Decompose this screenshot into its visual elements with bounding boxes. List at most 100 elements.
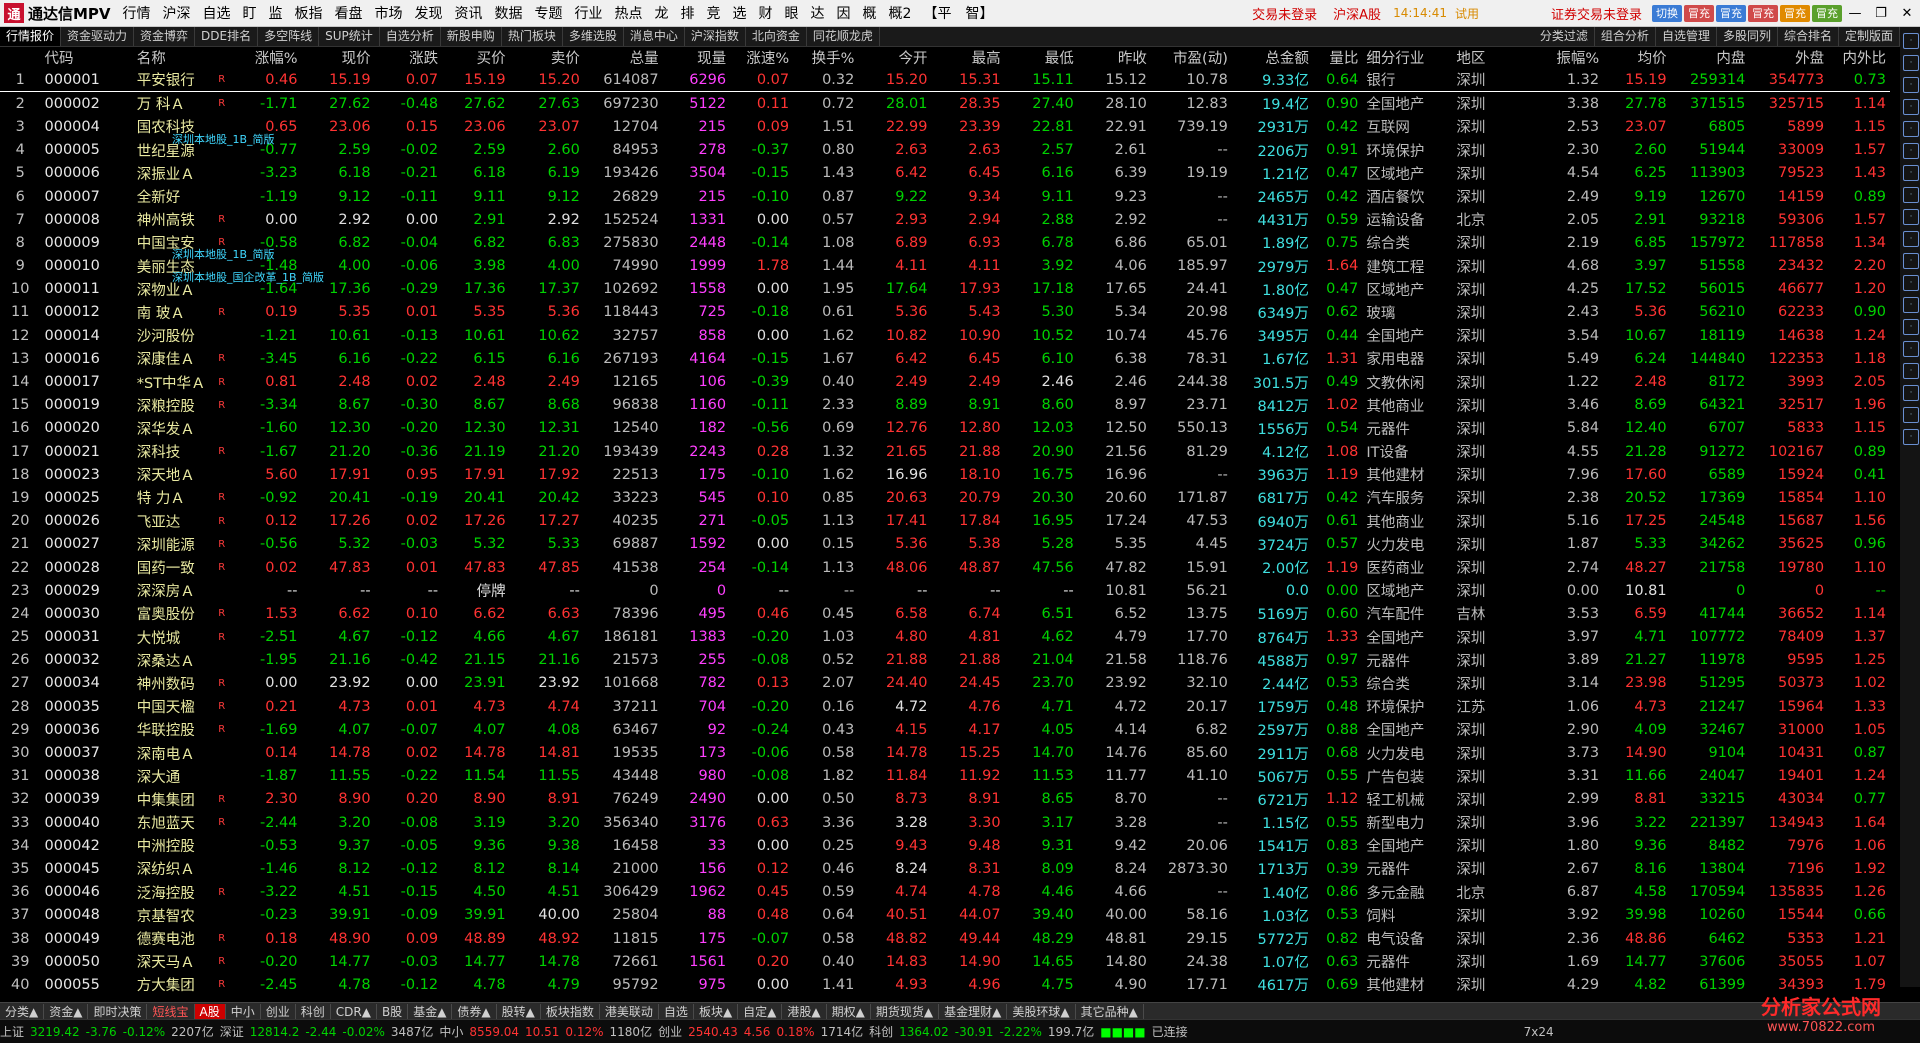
function-tab-right[interactable]: 定制版面 xyxy=(1839,27,1900,46)
table-row[interactable]: 11 000012 南 玻Ａ R 0.19 5.35 0.01 5.35 5.36 118443 7… xyxy=(0,301,1890,324)
up-arrow-icon[interactable]: · xyxy=(1903,33,1919,49)
column-header[interactable]: 总金额 xyxy=(1232,47,1313,68)
toolbar-button[interactable]: 冒充 xyxy=(1780,4,1810,22)
close-icon[interactable]: ✕ xyxy=(1894,2,1920,24)
table-row[interactable]: 30 000037 深南电Ａ 0.14 14.78 0.02 14.78 14.81 19535… xyxy=(0,741,1890,764)
table-row[interactable]: 35 000045 深纺织Ａ -1.46 8.12 -0.12 8.12 8.14 21000 1… xyxy=(0,857,1890,880)
alert-icon[interactable]: · xyxy=(1903,319,1919,335)
market-tab[interactable]: CDR▲ xyxy=(331,1003,377,1020)
column-header[interactable] xyxy=(218,47,234,68)
table-row[interactable]: 14 000017 *ST中华Ａ R 0.81 2.48 0.02 2.48 2.49 12165… xyxy=(0,370,1890,393)
function-tab[interactable]: 消息中心 xyxy=(624,27,685,46)
table-row[interactable]: 36 000046 泛海控股 R -3.22 4.51 -0.15 4.50 4.51 30642… xyxy=(0,881,1890,904)
column-header[interactable]: 振幅% xyxy=(1524,47,1603,68)
menu-item[interactable]: 选 xyxy=(727,3,753,23)
function-tab-right[interactable]: 多股同列 xyxy=(1717,27,1778,46)
market-tab[interactable]: 科创 xyxy=(296,1003,331,1020)
minimize-icon[interactable]: — xyxy=(1842,2,1868,24)
table-row[interactable]: 4 000005 世纪星源 -0.77 2.59 -0.02 2.59 2.60 84953 27… xyxy=(0,139,1890,162)
market-tab[interactable]: 板块▲ xyxy=(694,1003,739,1020)
menu-item[interactable]: 财 xyxy=(753,3,779,23)
menu-item[interactable]: 眼 xyxy=(779,3,805,23)
toolbar-button[interactable]: 切换 xyxy=(1652,4,1682,22)
table-row[interactable]: 13 000016 深康佳Ａ R -3.45 6.16 -0.22 6.15 6.16 26719… xyxy=(0,347,1890,370)
function-tab[interactable]: 资金驱动力 xyxy=(61,27,135,46)
column-header[interactable]: 外盘 xyxy=(1749,47,1828,68)
function-tab-right[interactable]: 综合排名 xyxy=(1778,27,1839,46)
market-tab[interactable]: 其它品种▲ xyxy=(1076,1003,1144,1020)
market-tab[interactable]: 期货现货▲ xyxy=(871,1003,940,1020)
column-header[interactable]: 地区 xyxy=(1452,47,1524,68)
market-tab[interactable]: 港股▲ xyxy=(782,1003,827,1020)
function-tab[interactable]: 新股申购 xyxy=(441,27,502,46)
function-tab[interactable]: 多空阵线 xyxy=(258,27,320,46)
menu-item[interactable]: 热点 xyxy=(609,3,649,23)
column-header[interactable]: 市盈(动) xyxy=(1151,47,1232,68)
table-row[interactable]: 37 000048 京基智农 -0.23 39.91 -0.09 39.91 40.00 258… xyxy=(0,904,1890,927)
table-row[interactable]: 19 000025 特 力Ａ R -0.92 20.41 -0.19 20.41 20.42 33… xyxy=(0,486,1890,509)
menu-item[interactable]: 看盘 xyxy=(329,3,369,23)
column-header[interactable]: 内盘 xyxy=(1671,47,1750,68)
function-tab-right[interactable]: 分类过滤 xyxy=(1534,27,1595,46)
table-row[interactable]: 28 000035 中国天楹 R 0.21 4.73 0.01 4.73 4.74 37211 70… xyxy=(0,695,1890,718)
page-down-icon[interactable]: · xyxy=(1903,121,1919,137)
column-header[interactable]: 最低 xyxy=(1005,47,1078,68)
column-header[interactable]: 现量 xyxy=(663,47,731,68)
sec-login-link[interactable]: 证券交易未登录 xyxy=(1543,4,1650,23)
column-header[interactable]: 今开 xyxy=(858,47,931,68)
column-header[interactable]: 总量 xyxy=(584,47,663,68)
menu-item[interactable]: 竞 xyxy=(701,3,727,23)
function-tab[interactable]: 多维选股 xyxy=(563,27,624,46)
table-row[interactable]: 21 000027 深圳能源 R -0.56 5.32 -0.03 5.32 5.33 69887… xyxy=(0,533,1890,556)
table-row[interactable]: 16 000020 深华发Ａ -1.60 12.30 -0.20 12.30 12.31 125… xyxy=(0,417,1890,440)
table-row[interactable]: 34 000042 中洲控股 -0.53 9.37 -0.05 9.36 9.38 16458 3… xyxy=(0,834,1890,857)
menu-item[interactable]: 概2 xyxy=(883,3,918,23)
market-tab[interactable]: 股转▲ xyxy=(497,1003,541,1020)
table-row[interactable]: 6 000007 全新好 -1.19 9.12 -0.11 9.11 9.12 26829 215… xyxy=(0,185,1890,208)
toolbar-button[interactable]: 冒充 xyxy=(1812,4,1842,22)
table-row[interactable]: 1 000001 平安银行 R 0.46 15.19 0.07 15.19 15.20 61408… xyxy=(0,68,1890,93)
table-row[interactable]: 39 000050 深天马Ａ R -0.20 14.77 -0.03 14.77 14.78 72… xyxy=(0,950,1890,973)
table-row[interactable]: 29 000036 华联控股 R -1.69 4.07 -0.07 4.07 4.08 63467… xyxy=(0,718,1890,741)
menu-item[interactable]: 发现 xyxy=(409,3,449,23)
table-row[interactable]: 32 000039 中集集团 R 2.30 8.90 0.20 8.90 8.91 76249 24… xyxy=(0,788,1890,811)
table-row[interactable]: 5 000006 深振业Ａ -3.23 6.18 -0.21 6.18 6.19 193426 3… xyxy=(0,162,1890,185)
column-header[interactable]: 代码 xyxy=(41,47,133,68)
toolbar-button[interactable]: 冒充 xyxy=(1684,4,1714,22)
gear-icon[interactable]: · xyxy=(1903,407,1919,423)
market-tab[interactable]: 基金▲ xyxy=(408,1003,453,1020)
column-header[interactable]: 细分行业 xyxy=(1362,47,1452,68)
market-tab[interactable]: 创业 xyxy=(261,1003,296,1020)
menu-item[interactable]: 因 xyxy=(831,3,857,23)
market-tab[interactable]: 板块指数 xyxy=(541,1003,600,1020)
market-tab[interactable]: 资金▲ xyxy=(44,1003,89,1020)
column-header[interactable]: 卖价 xyxy=(510,47,584,68)
market-tab[interactable]: 即时决策 xyxy=(88,1003,148,1020)
menu-item[interactable]: 板指 xyxy=(289,3,329,23)
function-tab[interactable]: 同花顺龙虎 xyxy=(807,27,880,46)
menu-item[interactable]: 龙 xyxy=(649,3,675,23)
market-tab[interactable]: 港美联动 xyxy=(600,1003,659,1020)
info-icon[interactable]: · xyxy=(1903,231,1919,247)
page-up-icon[interactable]: · xyxy=(1903,99,1919,115)
market-tab[interactable]: A股 xyxy=(194,1003,226,1020)
trade-login-link[interactable]: 交易未登录 xyxy=(1244,4,1325,23)
menu-item[interactable]: 概 xyxy=(857,3,883,23)
column-header[interactable]: 现价 xyxy=(302,47,375,68)
column-header[interactable]: 涨跌 xyxy=(375,47,443,68)
function-tab[interactable]: SUP统计 xyxy=(319,27,380,46)
search-icon[interactable]: · xyxy=(1903,77,1919,93)
market-tab[interactable]: 自选 xyxy=(659,1003,694,1020)
market-tab[interactable]: 期权▲ xyxy=(827,1003,871,1020)
toolbar-button[interactable]: 冒充 xyxy=(1748,4,1778,22)
column-header[interactable]: 换手% xyxy=(793,47,858,68)
column-header[interactable]: 最高 xyxy=(932,47,1005,68)
trade-icon[interactable]: · xyxy=(1903,297,1919,313)
menu-item[interactable]: 行情 xyxy=(117,3,157,23)
market-tab[interactable]: 基金理财▲ xyxy=(939,1003,1008,1020)
table-row[interactable]: 3 000004 国农科技 0.65 23.06 0.15 23.06 23.07 12704 2… xyxy=(0,115,1890,138)
table-row[interactable]: 25 000031 大悦城 R -2.51 4.67 -0.12 4.66 4.67 186181… xyxy=(0,626,1890,649)
menu-item[interactable]: 自选 xyxy=(197,3,237,23)
table-row[interactable]: 27 000034 神州数码 R 0.00 23.92 0.00 23.91 23.92 1016… xyxy=(0,672,1890,695)
table-row[interactable]: 33 000040 东旭蓝天 R -2.44 3.20 -0.08 3.19 3.20 35634… xyxy=(0,811,1890,834)
